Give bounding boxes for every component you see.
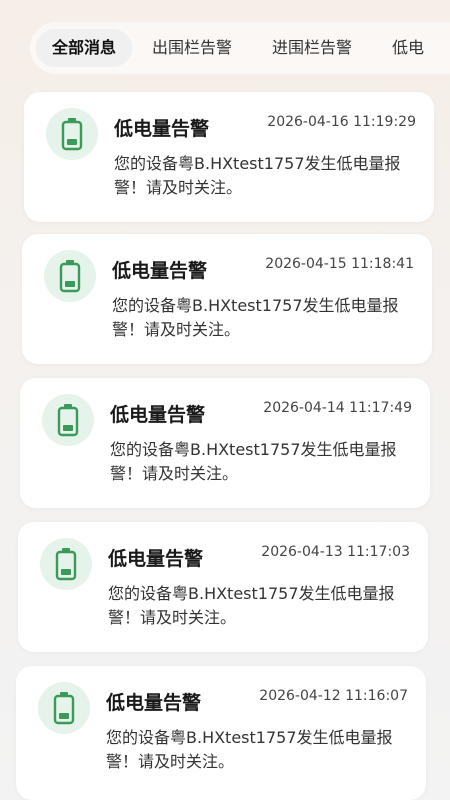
card-time: 2026-04-13 11:17:03 [261, 544, 410, 560]
battery-low-icon [46, 108, 98, 160]
message-card[interactable]: 低电量告警 2026-04-16 11:19:29 您的设备粤B.HXtest1… [24, 92, 434, 222]
card-title: 低电量告警 [112, 260, 208, 282]
battery-low-icon [38, 682, 90, 734]
card-time: 2026-04-16 11:19:29 [267, 114, 416, 130]
card-title: 低电量告警 [106, 692, 202, 714]
message-card[interactable]: 低电量告警 2026-04-12 11:16:07 您的设备粤B.HXtest1… [16, 666, 426, 800]
tab-all-messages[interactable]: 全部消息 [36, 29, 133, 67]
message-card[interactable]: 低电量告警 2026-04-15 11:18:41 您的设备粤B.HXtest1… [22, 234, 432, 364]
battery-low-icon [42, 394, 94, 446]
card-title: 低电量告警 [108, 548, 204, 570]
tab-low-battery[interactable]: 低电 [372, 29, 444, 67]
card-time: 2026-04-12 11:16:07 [259, 688, 408, 704]
battery-low-icon [40, 538, 92, 590]
card-body: 您的设备粤B.HXtest1757发生低电量报警！请及时关注。 [108, 584, 395, 627]
tab-bar: 全部消息 出围栏告警 进围栏告警 低电 [30, 22, 450, 74]
card-time: 2026-04-15 11:18:41 [265, 256, 414, 272]
card-title: 低电量告警 [110, 404, 206, 426]
tab-in-fence-alarm[interactable]: 进围栏告警 [252, 29, 372, 67]
message-card[interactable]: 低电量告警 2026-04-13 11:17:03 您的设备粤B.HXtest1… [18, 522, 428, 652]
card-body: 您的设备粤B.HXtest1757发生低电量报警！请及时关注。 [110, 440, 397, 483]
card-body: 您的设备粤B.HXtest1757发生低电量报警！请及时关注。 [106, 728, 393, 771]
battery-low-icon [44, 250, 96, 302]
card-time: 2026-04-14 11:17:49 [263, 400, 412, 416]
card-title: 低电量告警 [114, 118, 210, 140]
card-body: 您的设备粤B.HXtest1757发生低电量报警！请及时关注。 [112, 296, 399, 339]
card-body: 您的设备粤B.HXtest1757发生低电量报警！请及时关注。 [114, 154, 401, 197]
tab-out-fence-alarm[interactable]: 出围栏告警 [132, 29, 252, 67]
message-card[interactable]: 低电量告警 2026-04-14 11:17:49 您的设备粤B.HXtest1… [20, 378, 430, 508]
